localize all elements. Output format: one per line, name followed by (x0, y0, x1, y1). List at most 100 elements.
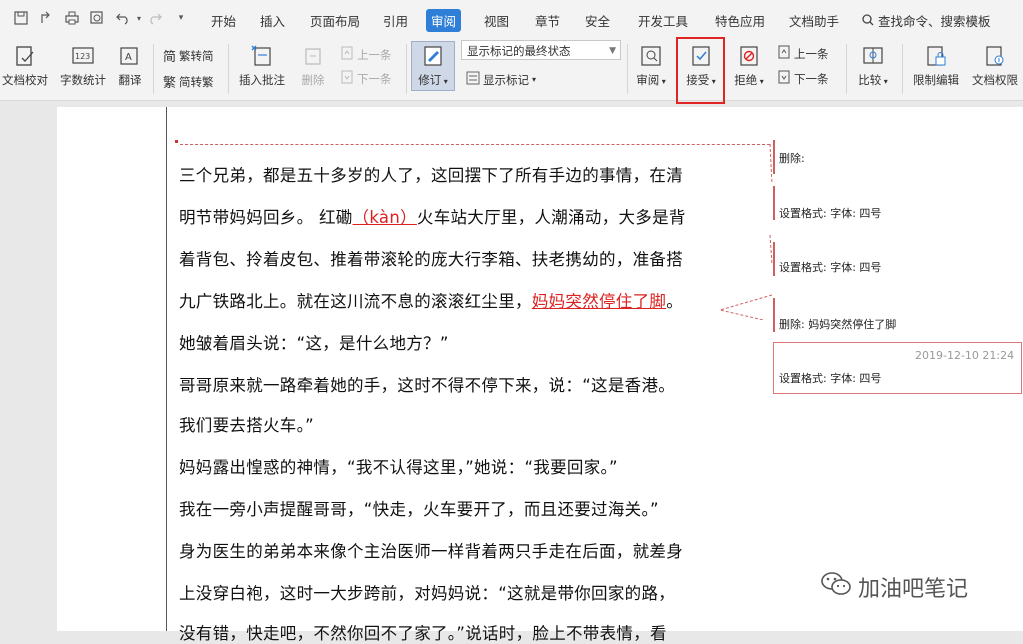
show-markup-label: 显示标记 (483, 72, 529, 87)
prev-comment-label: 上一条 (357, 47, 392, 62)
tab-insert[interactable]: 插入 (260, 11, 285, 30)
ribbon-divider (228, 44, 229, 94)
tab-special-apps[interactable]: 特色应用 (715, 11, 765, 30)
deleted-text[interactable]: 妈妈突然停住了脚 (532, 292, 666, 311)
permissions-icon (983, 44, 1007, 68)
tab-chapter[interactable]: 章节 (535, 11, 560, 30)
chevron-down-icon: ▾ (659, 77, 666, 86)
insert-comment-button[interactable]: 插入批注 (236, 38, 288, 88)
doc-line[interactable]: 身为医生的弟弟本来像个主治医师一样背着两只手走在后面，就差身 (179, 538, 683, 562)
chevron-down-icon: ▼ (609, 46, 616, 56)
page-margin-line (166, 107, 167, 631)
doc-text: 。 (666, 292, 684, 311)
ribbon-divider (902, 44, 903, 94)
ribbon-divider (627, 44, 628, 94)
revision-balloon[interactable]: 设置格式: 字体: 四号 (773, 205, 1023, 221)
command-search[interactable]: 查找命令、搜索模板 (862, 11, 991, 30)
watermark: 加油吧笔记 (820, 570, 968, 604)
proofread-button[interactable]: 文档校对 (0, 38, 50, 88)
chevron-down-icon: ▾ (532, 75, 537, 84)
trad-to-simp-button[interactable]: 简 繁转简 (163, 46, 214, 66)
tab-developer[interactable]: 开发工具 (638, 11, 688, 30)
revision-balloon[interactable]: 设置格式: 字体: 四号 (773, 259, 1023, 275)
insert-comment-icon (250, 44, 274, 68)
tab-review[interactable]: 审阅 (426, 9, 462, 32)
doc-line[interactable]: 着背包、拎着皮包、推着带滚轮的庞大行李箱、扶老携幼的，准备搭 (179, 246, 683, 270)
doc-line[interactable]: 上没穿白袍，这时一大步跨前，对妈妈说：“这就是带你回家的路， (179, 580, 675, 604)
print-icon[interactable] (63, 9, 81, 27)
review-button[interactable]: 审阅 ▾ (632, 38, 670, 88)
restrict-editing-button[interactable]: 限制编辑 (909, 38, 963, 88)
share-icon[interactable] (38, 9, 56, 27)
proofread-label: 文档校对 (2, 73, 48, 87)
revision-balloon[interactable]: 设置格式: 字体: 四号 (773, 370, 1023, 386)
compare-icon (861, 44, 885, 68)
review-pane-icon (639, 44, 663, 68)
simp-to-trad-label: 简转繁 (179, 74, 214, 89)
next-change-button[interactable]: 下一条 (777, 70, 829, 87)
track-changes-button[interactable]: 修订 ▾ (411, 41, 455, 88)
doc-line[interactable]: 我们要去搭火车。” (179, 412, 314, 436)
revision-connector-line (180, 144, 770, 145)
prev-change-button[interactable]: 上一条 (777, 45, 829, 62)
doc-permissions-button[interactable]: 文档权限 (968, 38, 1022, 88)
svg-text:A: A (125, 52, 132, 63)
tab-home[interactable]: 开始 (211, 11, 236, 30)
revision-balloon[interactable]: 删除: 妈妈突然停住了脚 (773, 316, 1023, 332)
show-markup-button[interactable]: 显示标记 ▾ (466, 71, 536, 88)
doc-line[interactable]: 明节带妈妈回乡。 红磡（kàn）火车站大厅里，人潮涌动，大多是背 (179, 204, 686, 228)
doc-line[interactable]: 我在一旁小声提醒哥哥，“快走，火车要开了，而且还要过海关。” (179, 496, 659, 520)
prev-comment-button[interactable]: 上一条 (340, 46, 392, 63)
svg-text:123: 123 (75, 52, 90, 61)
chevron-down-icon: ▾ (441, 77, 448, 86)
ribbon-divider (846, 44, 847, 94)
next-change-icon (777, 70, 791, 87)
doc-line[interactable]: 九广铁路北上。就在这川流不息的滚滚红尘里，妈妈突然停住了脚。 (179, 288, 683, 312)
word-count-icon: 123 (71, 44, 95, 68)
inserted-text[interactable]: （kàn） (353, 208, 417, 227)
track-changes-label: 修订 (418, 73, 442, 87)
tab-security[interactable]: 安全 (585, 11, 610, 30)
word-count-button[interactable]: 123 字数统计 (57, 38, 109, 88)
print-preview-icon[interactable] (88, 9, 106, 27)
save-icon[interactable] (12, 9, 30, 27)
menu-bar: ▾ ▾ 开始 插入 页面布局 引用 审阅 视图 章节 安全 开发工具 特色应用 … (0, 0, 1023, 38)
delete-comment-button[interactable]: 删除 (294, 38, 332, 88)
doc-line[interactable]: 妈妈露出惶惑的神情，“我不认得这里，”她说：“我要回家。” (179, 454, 618, 478)
compare-button[interactable]: 比较 ▾ (853, 38, 893, 88)
reject-label: 拒绝 (734, 73, 758, 87)
prev-change-icon (777, 45, 791, 62)
reject-button[interactable]: 拒绝 ▾ (730, 38, 768, 88)
revision-balloon[interactable]: 删除: (773, 150, 1023, 166)
compare-label: 比较 (858, 73, 882, 87)
reject-icon (737, 44, 761, 68)
tab-doc-assistant[interactable]: 文档助手 (789, 11, 839, 30)
doc-permissions-label: 文档权限 (972, 73, 1018, 87)
simp-to-trad-button[interactable]: 繁 简转繁 (163, 72, 214, 92)
watermark-text: 加油吧笔记 (858, 577, 969, 602)
insert-comment-label: 插入批注 (239, 73, 285, 87)
redo-icon[interactable] (146, 9, 164, 27)
doc-line[interactable]: 没有错，快走吧，不然你回不了家了。”说话时，脸上不带表情，看 (179, 620, 667, 644)
translate-button[interactable]: A 翻译 (114, 38, 146, 88)
doc-line[interactable]: 哥哥原来就一路牵着她的手，这时不得不停下来，说：“这是香港。 (179, 372, 675, 396)
word-count-label: 字数统计 (60, 73, 106, 87)
accept-highlight-box (676, 37, 725, 104)
chevron-down-icon[interactable]: ▾ (172, 9, 190, 27)
show-markup-icon (466, 71, 480, 88)
review-label: 审阅 (636, 73, 660, 87)
tab-page-layout[interactable]: 页面布局 (310, 11, 360, 30)
display-mode-select[interactable]: 显示标记的最终状态 ▼ (461, 40, 621, 60)
simp-to-trad-icon: 繁 (163, 76, 177, 91)
next-comment-label: 下一条 (357, 71, 392, 86)
trad-to-simp-label: 繁转简 (179, 48, 214, 63)
doc-text: 火车站大厅里，人潮涌动，大多是背 (416, 208, 686, 227)
doc-line[interactable]: 三个兄弟，都是五十多岁的人了，这回摆下了所有手边的事情，在清 (179, 162, 683, 186)
document-check-icon (13, 44, 37, 68)
tab-view[interactable]: 视图 (484, 11, 509, 30)
doc-line[interactable]: 她皱着眉头说：“这，是什么地方？” (179, 330, 449, 354)
restrict-editing-label: 限制编辑 (913, 73, 959, 87)
tab-references[interactable]: 引用 (383, 11, 408, 30)
next-comment-button[interactable]: 下一条 (340, 70, 392, 87)
trad-to-simp-icon: 简 (163, 50, 177, 65)
